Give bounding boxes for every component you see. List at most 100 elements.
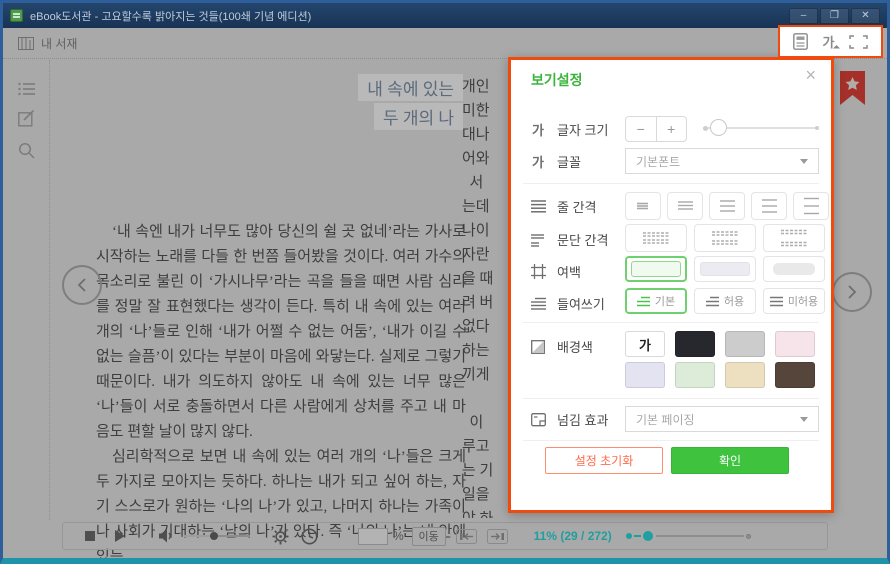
font-size-row-label: 가 글자 크기 <box>529 120 608 139</box>
confirm-button[interactable]: 확인 <box>671 447 789 474</box>
right-column-line: 루고 <box>462 435 508 459</box>
background-color-icon <box>529 340 547 354</box>
fullscreen-icon[interactable] <box>849 35 868 49</box>
progress-filled-segment <box>634 535 641 537</box>
right-column-line: 일을 <box>462 483 508 507</box>
jump-to-end-icon[interactable] <box>487 529 508 544</box>
line-spacing-option-5[interactable] <box>793 192 829 220</box>
right-column-line: 없다 <box>462 315 508 339</box>
paragraph-spacing-option-1[interactable] <box>625 224 687 252</box>
indent-disallow-icon <box>770 296 783 307</box>
divider <box>523 183 819 184</box>
font-size-slider-knob[interactable] <box>710 119 727 136</box>
right-column-line: 끼게 <box>462 363 508 387</box>
progress-slider[interactable] <box>626 531 752 542</box>
right-column-line: 대나 <box>462 123 508 147</box>
font-settings-icon[interactable]: 가 <box>823 32 835 51</box>
chevron-down-icon <box>800 417 808 422</box>
right-column-line: 하는 <box>462 339 508 363</box>
bg-color-swatch-4[interactable] <box>775 331 815 357</box>
bottom-toolbar: % 이동 11% (29 / 272) <box>62 522 828 550</box>
line-spacing-option-2[interactable] <box>667 192 703 220</box>
right-column-line: 자란 <box>462 243 508 267</box>
table-of-contents-icon[interactable] <box>18 82 35 96</box>
chapter-title-line-1: 내 속에 있는 <box>358 74 463 101</box>
paragraph-spacing-option-2[interactable] <box>694 224 756 252</box>
timer-clock-icon[interactable] <box>301 528 318 545</box>
indent-option-allow[interactable]: 허용 <box>694 288 756 314</box>
panel-title: 보기설정 <box>531 70 583 90</box>
right-column-text: 개인미한대나어와 서는데나이자란을 때려 버없다하는끼게 이루고는 기일을야 하… <box>462 75 508 518</box>
stop-icon[interactable] <box>85 531 95 541</box>
margin-option-3[interactable] <box>763 256 825 282</box>
progress-track[interactable] <box>656 535 744 537</box>
view-tools-highlight: 가 <box>778 25 883 58</box>
bg-color-swatch-7[interactable] <box>725 362 765 388</box>
line-spacing-option-4[interactable] <box>751 192 787 220</box>
maximize-button[interactable]: ❐ <box>820 8 849 24</box>
right-column-line: 을 때 <box>462 267 508 291</box>
paragraph-spacing-2-icon <box>712 230 738 246</box>
search-icon[interactable] <box>18 142 35 159</box>
panel-close-icon[interactable]: × <box>805 66 816 84</box>
indent-default-icon <box>637 296 650 307</box>
volume-slider[interactable] <box>184 535 250 537</box>
right-column-line: 서 <box>462 171 508 195</box>
right-column-line: 이 <box>462 411 508 435</box>
background-color-row-label: 배경색 <box>529 337 593 356</box>
minimize-button[interactable]: – <box>789 8 818 24</box>
font-row-label: 가 글꼴 <box>529 152 581 171</box>
jump-to-start-icon[interactable] <box>456 529 477 544</box>
bg-color-swatch-3[interactable] <box>725 331 765 357</box>
margin-option-2[interactable] <box>694 256 756 282</box>
bookmark-icon[interactable] <box>838 70 867 107</box>
bg-color-swatch-2[interactable] <box>675 331 715 357</box>
indent-option-default-selected[interactable]: 기본 <box>625 288 687 314</box>
line-spacing-option-1[interactable] <box>625 192 661 220</box>
font-icon: 가 <box>529 152 547 171</box>
bg-color-swatch-6[interactable] <box>675 362 715 388</box>
percent-sign: % <box>393 529 404 543</box>
right-column-line: 미한 <box>462 99 508 123</box>
font-dropdown[interactable]: 기본폰트 <box>625 148 819 174</box>
reading-progress-text: 11% (29 / 272) <box>534 529 612 543</box>
page-effect-icon <box>529 413 547 427</box>
font-size-slider[interactable] <box>703 118 819 138</box>
volume-icon[interactable] <box>159 529 174 543</box>
progress-knob[interactable] <box>643 531 653 541</box>
font-size-slider-end-dot <box>815 126 819 130</box>
bg-color-swatch-1[interactable]: 가 <box>625 331 665 357</box>
bg-color-swatch-8[interactable] <box>775 362 815 388</box>
font-dropdown-value: 기본폰트 <box>636 153 680 170</box>
next-page-button[interactable] <box>832 272 872 312</box>
titlebar: eBook도서관 - 고요할수록 밝아지는 것들(100쇄 기념 에디션) – … <box>3 3 887 28</box>
paragraph-spacing-option-3[interactable] <box>763 224 825 252</box>
bg-color-swatch-5[interactable] <box>625 362 665 388</box>
my-library-button[interactable]: 내 서재 <box>18 35 77 52</box>
margin-row-label: 여백 <box>529 262 581 281</box>
font-size-decrease-button[interactable]: − <box>626 117 657 141</box>
line-spacing-5-icon <box>804 197 819 215</box>
close-button[interactable]: ✕ <box>851 8 880 24</box>
paragraph-spacing-icon <box>529 233 547 247</box>
font-size-increase-button[interactable]: + <box>657 117 687 141</box>
margin-icon <box>529 264 547 279</box>
volume-knob[interactable] <box>210 532 218 540</box>
tts-settings-gear-icon[interactable] <box>272 528 289 545</box>
indent-option-disallow[interactable]: 미허용 <box>763 288 825 314</box>
right-column-line: 는 기 <box>462 459 508 483</box>
right-column-line: 야 하 <box>462 507 508 518</box>
chevron-right-icon <box>846 285 858 299</box>
page-effect-dropdown[interactable]: 기본 페이징 <box>625 406 819 432</box>
goto-button[interactable]: 이동 <box>412 527 446 546</box>
percent-input[interactable] <box>358 528 388 545</box>
view-settings-icon[interactable] <box>793 33 808 50</box>
play-icon[interactable] <box>115 530 125 542</box>
reset-settings-button[interactable]: 설정 초기화 <box>545 447 663 474</box>
progress-end-dot <box>746 534 751 539</box>
note-edit-icon[interactable] <box>18 110 35 127</box>
previous-page-button[interactable] <box>62 265 102 305</box>
font-size-slider-start-dot <box>703 126 708 131</box>
line-spacing-option-3[interactable] <box>709 192 745 220</box>
margin-option-1-selected[interactable] <box>625 256 687 282</box>
